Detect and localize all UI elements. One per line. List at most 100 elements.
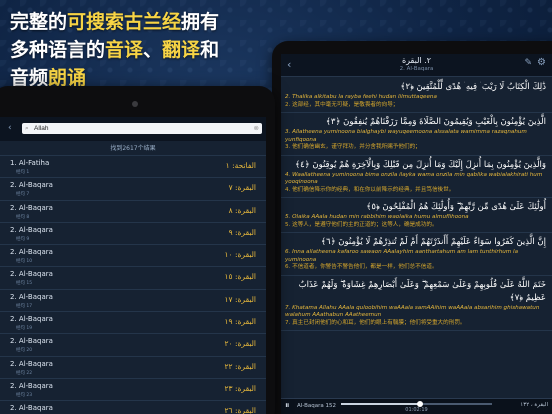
result-row[interactable]: 2. Al-Baqara 经句 22 البقرة: ٢٢ [0, 357, 266, 379]
verse-arabic: وَالَّذِينَ يُؤْمِنُونَ بِمَا أُنزِلَ إِ… [295, 159, 546, 170]
verse-item[interactable]: إِنَّ الَّذِينَ كَفَرُوا سَوَاءٌ عَلَيْه… [281, 233, 552, 276]
progress-fill [341, 403, 420, 405]
result-row[interactable]: 2. Al-Baqara经句 26البقرة: ٢٦ [0, 401, 266, 414]
pen-icon[interactable]: ✎ [524, 58, 532, 68]
result-arabic-ref: البقرة: ١٠ [224, 250, 256, 260]
result-verse-number: 经句 23 [16, 392, 33, 398]
result-verse-number: 经句 15 [16, 281, 33, 287]
result-verse-number: 经句 9 [16, 236, 30, 242]
reader-screen: ‹ ٢. البقرة 2. Al-Baqara ✎ ⚙ ذَٰلِكَ الْ… [281, 54, 552, 414]
result-sura-name: 2. Al-Baqara [10, 270, 53, 279]
result-verse-number: 经句 1 [16, 170, 30, 175]
result-row[interactable]: 2. Al-Baqara 经句 10 البقرة: ١٠ [0, 245, 266, 268]
verse-item[interactable]: وَالَّذِينَ يُؤْمِنُونَ بِمَا أُنزِلَ إِ… [281, 156, 552, 198]
progress-track[interactable] [341, 401, 492, 407]
verse-translation: 2. 这部经，其中毫无可疑，是敬畏者的向导； [285, 101, 399, 108]
audio-player: ⏸ Al-Baqara 152 01:02:19 البقرة ، ١٣٢ [281, 398, 552, 414]
result-arabic-ref: البقرة: ٢٦ [224, 406, 256, 414]
result-row[interactable]: 2. Al-Baqara 经句 9 البقرة: ٩ [0, 223, 266, 246]
verse-arabic: إِنَّ الَّذِينَ كَفَرُوا سَوَاءٌ عَلَيْه… [321, 237, 546, 247]
headline-text: 多种语言的 [10, 39, 106, 61]
verse-transliteration: 3. Allatheena yuminoona bialghaybi wayuq… [285, 129, 527, 143]
verse-translation: 5. 这等人，是遵守他们的主的正道的；这等人，确是成功的。 [285, 221, 438, 228]
back-arrow-icon[interactable]: ‹ [8, 123, 12, 133]
verse-item[interactable]: خَتَمَ اللَّهُ عَلَىٰ قُلُوبِهِمْ وَعَلَ… [281, 276, 552, 331]
headline-highlight: 可搜索古兰经 [67, 11, 182, 33]
result-verse-number: 经句 7 [16, 192, 30, 198]
result-verse-number: 经句 20 [16, 348, 33, 354]
headline-highlight: 音译 [105, 39, 144, 61]
verse-arabic: خَتَمَ اللَّهُ عَلَىٰ قُلُوبِهِمْ وَعَلَ… [298, 279, 546, 303]
verse-transliteration: 7. Khatama Allahu AAala quloobihim waAAa… [285, 304, 540, 319]
verse-arabic: أُولَٰئِكَ عَلَىٰ هُدًى مِّن رَّبِّهِمْ … [366, 202, 546, 212]
result-arabic-ref: البقرة: ١٧ [224, 294, 256, 304]
headline-highlight: 翻译 [162, 39, 201, 61]
result-row[interactable]: 2. Al-Baqara 经句 7 البقرة: ٧ [0, 178, 266, 201]
search-field[interactable]: ⌕ ⊗ [22, 123, 262, 134]
result-arabic-ref: البقرة: ١٥ [224, 272, 256, 282]
result-arabic-ref: البقرة: ٢٠ [224, 339, 256, 349]
reader-header: ‹ ٢. البقرة 2. Al-Baqara ✎ ⚙ [281, 54, 552, 77]
headline: 完整的可搜索古兰经拥有 多种语言的音译、翻译和 音频朗诵 [10, 8, 270, 92]
gear-icon[interactable]: ⚙ [537, 57, 546, 68]
sura-title-latin: 2. Al-Baqara [399, 66, 434, 72]
result-row[interactable]: 2. Al-Baqara 经句 15 البقرة: ١٥ [0, 267, 266, 290]
search-screen: ‹ ⌕ ⊗ 找到2617个结果 1. Al-Fatiha 经句 1 الفاتحة:… [0, 117, 266, 414]
verse-list: ذَٰلِكَ الْكِتَابُ لَا رَيْبَ ۛ فِيهِ ۛ … [281, 78, 552, 398]
result-sura-name: 2. Al-Baqara [10, 337, 53, 346]
result-row[interactable]: 1. Al-Fatiha 经句 1 الفاتحة: ١ [0, 156, 266, 179]
result-arabic-ref: الفاتحة: ١ [225, 161, 256, 170]
result-sura-name: 2. Al-Baqara [10, 315, 53, 324]
result-verse-number: 经句 17 [16, 303, 33, 309]
headline-line-2: 多种语言的音译、翻译和 [10, 36, 270, 64]
result-sura-name: 2. Al-Baqara [10, 225, 53, 234]
search-bar: ‹ ⌕ ⊗ [0, 117, 266, 141]
player-sura-ref: البقرة ، ١٣٢ [520, 402, 548, 408]
verse-item[interactable]: أُولَٰئِكَ عَلَىٰ هُدًى مِّن رَّبِّهِمْ … [281, 198, 552, 233]
headline-text: 和 [200, 39, 220, 61]
verse-transliteration: 2. Thalika alkitabu la rayba feehi hudan… [285, 94, 437, 100]
sura-title-arabic: ٢. البقرة [401, 56, 432, 65]
result-row[interactable]: 2. Al-Baqara 经句 19 البقرة: ١٩ [0, 312, 266, 335]
verse-item[interactable]: ذَٰلِكَ الْكِتَابُ لَا رَيْبَ ۛ فِيهِ ۛ … [281, 78, 552, 113]
verse-arabic: الَّذِينَ يُؤْمِنُونَ بِالْغَيْبِ وَيُقِ… [325, 117, 546, 127]
result-sura-name: 2. Al-Baqara [10, 181, 53, 190]
result-arabic-ref: البقرة: ٢٣ [224, 383, 256, 393]
result-arabic-ref: البقرة: ٢٢ [224, 361, 256, 371]
headline-text: 拥有 [181, 11, 220, 33]
result-row[interactable]: 2. Al-Baqara 经句 17 البقرة: ١٧ [0, 290, 266, 313]
result-sura-name: 2. Al-Baqara [10, 203, 53, 212]
result-row[interactable]: 2. Al-Baqara 经句 23 البقرة: ٢٣ [0, 379, 266, 402]
result-verse-number: 经句 19 [16, 326, 33, 332]
result-row[interactable]: 2. Al-Baqara 经句 20 البقرة: ٢٠ [0, 334, 266, 357]
result-sura-name: 2. Al-Baqara [10, 292, 53, 301]
result-sura-name: 2. Al-Baqara [10, 404, 53, 413]
result-verse-number: 经句 22 [16, 370, 33, 376]
headline-text: 完整的 [10, 11, 68, 33]
result-sura-name: 2. Al-Baqara [10, 359, 53, 368]
front-camera [132, 101, 138, 107]
search-input[interactable] [34, 123, 234, 134]
verse-item[interactable]: الَّذِينَ يُؤْمِنُونَ بِالْغَيْبِ وَيُقِ… [281, 113, 552, 156]
result-list: 1. Al-Fatiha 经句 1 الفاتحة: ١ 2. Al-Baqara 经句… [0, 156, 266, 414]
result-row[interactable]: 2. Al-Baqara 经句 8 البقرة: ٨ [0, 201, 266, 223]
verse-translation: 4. 他们确信降示你的经典，和在你以前降示的经典，并且笃信後世。 [285, 186, 455, 193]
result-count: 找到2617个结果 [0, 141, 266, 156]
verse-translation: 3. 他们确信幽玄，谨守拜功，并分舍我所赐予他们的； [285, 144, 421, 150]
result-sura-name: 2. Al-Baqara [10, 248, 53, 257]
verse-translation: 7. 真主已封闭他们的心和耳，他们的眼上有翳膜；他们将受重大的刑罚。 [285, 319, 466, 326]
result-arabic-ref: البقرة: ٧ [228, 183, 256, 193]
verse-transliteration: 6. Inna allatheena kafaroo sawaon AAalay… [285, 249, 519, 263]
verse-transliteration: 4. Waallatheena yuminoona bima onzila il… [285, 171, 543, 186]
verse-transliteration: 5. Olaika AAala hudan min rabbihim waola… [285, 214, 469, 220]
result-sura-name: 1. Al-Fatiha [10, 159, 50, 167]
search-icon: ⌕ [25, 124, 29, 132]
player-time: 01:02:19 [405, 407, 428, 413]
result-verse-number: 经句 8 [16, 214, 30, 220]
result-arabic-ref: البقرة: ١٩ [224, 317, 256, 327]
clear-icon[interactable]: ⊗ [254, 124, 259, 132]
headline-line-1: 完整的可搜索古兰经拥有 [10, 8, 270, 36]
result-arabic-ref: البقرة: ٨ [228, 205, 256, 215]
result-arabic-ref: البقرة: ٩ [228, 227, 256, 237]
result-verse-number: 经句 10 [16, 259, 33, 265]
